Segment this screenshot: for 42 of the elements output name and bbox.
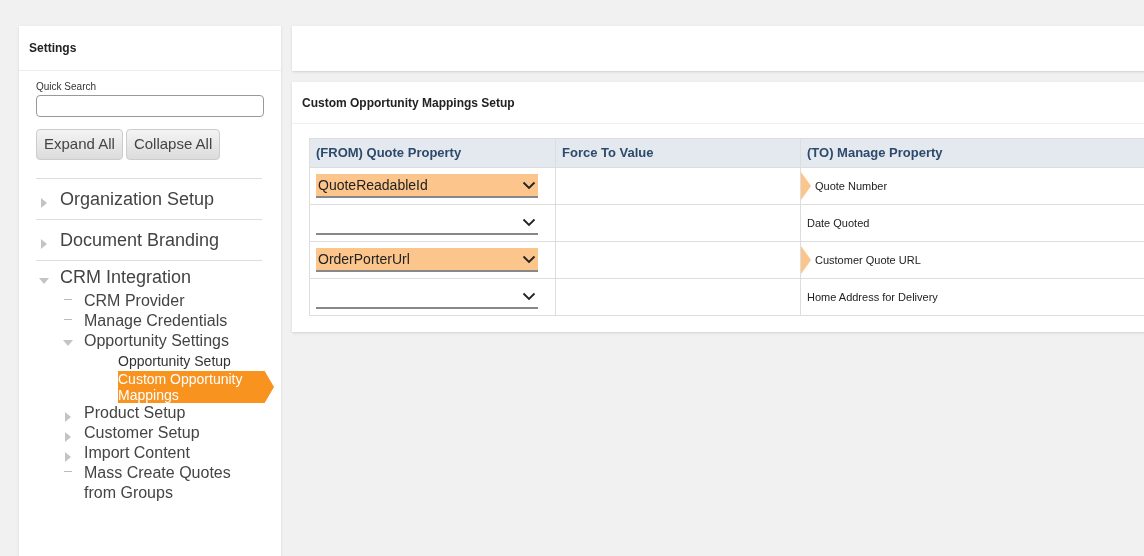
chevron-down-icon — [522, 180, 536, 190]
collapsed-triangle-icon[interactable] — [64, 451, 72, 463]
manage-property-cell-text: Home Address for Delivery — [807, 289, 938, 305]
tree-item[interactable]: Document Branding — [60, 230, 220, 250]
collapsed-triangle-icon[interactable] — [64, 411, 72, 423]
column-header: Force To Value — [555, 139, 800, 167]
column-header: (FROM) Quote Property — [310, 139, 555, 167]
tree-item[interactable]: Import Content — [84, 443, 190, 463]
manage-property-cell-text: Customer Quote URL — [815, 252, 921, 268]
expand-all-button[interactable]: Expand All — [36, 129, 123, 160]
search-field[interactable] — [36, 95, 264, 117]
dash-icon — [64, 319, 72, 320]
collapsed-triangle-icon[interactable] — [64, 431, 72, 443]
tree-item[interactable]: Customer Setup — [84, 423, 200, 443]
column-header: (TO) Manage Property — [800, 139, 1144, 167]
search-label: Quick Search — [36, 80, 98, 94]
collapsed-triangle-icon[interactable] — [40, 238, 48, 250]
tree-item[interactable]: CRM Integration — [60, 267, 192, 287]
manage-property-cell-text: Quote Number — [815, 178, 888, 194]
chevron-down-icon — [522, 254, 536, 264]
quote-property-select[interactable]: OrderPorterUrl — [316, 248, 538, 272]
mapped-arrow-icon — [801, 172, 811, 200]
tree-item[interactable]: Organization Setup — [60, 189, 215, 209]
expanded-triangle-icon[interactable] — [62, 339, 74, 347]
sidebar-title: Settings — [29, 40, 77, 57]
expanded-triangle-icon[interactable] — [38, 277, 50, 285]
tree-item[interactable]: CRM Provider — [84, 291, 185, 311]
tree-item[interactable]: Manage Credentials — [84, 311, 228, 331]
collapsed-triangle-icon[interactable] — [40, 197, 48, 209]
mapped-arrow-icon — [801, 246, 811, 274]
dash-icon — [64, 471, 72, 472]
chevron-down-icon — [522, 291, 536, 301]
manage-property-cell-text: Date Quoted — [807, 215, 870, 231]
tree-item[interactable]: Product Setup — [84, 403, 186, 423]
panel-title: Custom Opportunity Mappings Setup — [302, 94, 515, 112]
collapse-all-button[interactable]: Collapse All — [125, 129, 221, 160]
tree-item[interactable]: Mass Create Quotes from Groups — [84, 463, 262, 503]
tree-item[interactable]: Opportunity Settings — [84, 331, 229, 351]
dash-icon — [64, 299, 72, 300]
chevron-down-icon — [522, 217, 536, 227]
tree-item[interactable]: Opportunity Setup — [118, 351, 262, 371]
quote-property-select[interactable]: QuoteReadableId — [316, 174, 538, 198]
